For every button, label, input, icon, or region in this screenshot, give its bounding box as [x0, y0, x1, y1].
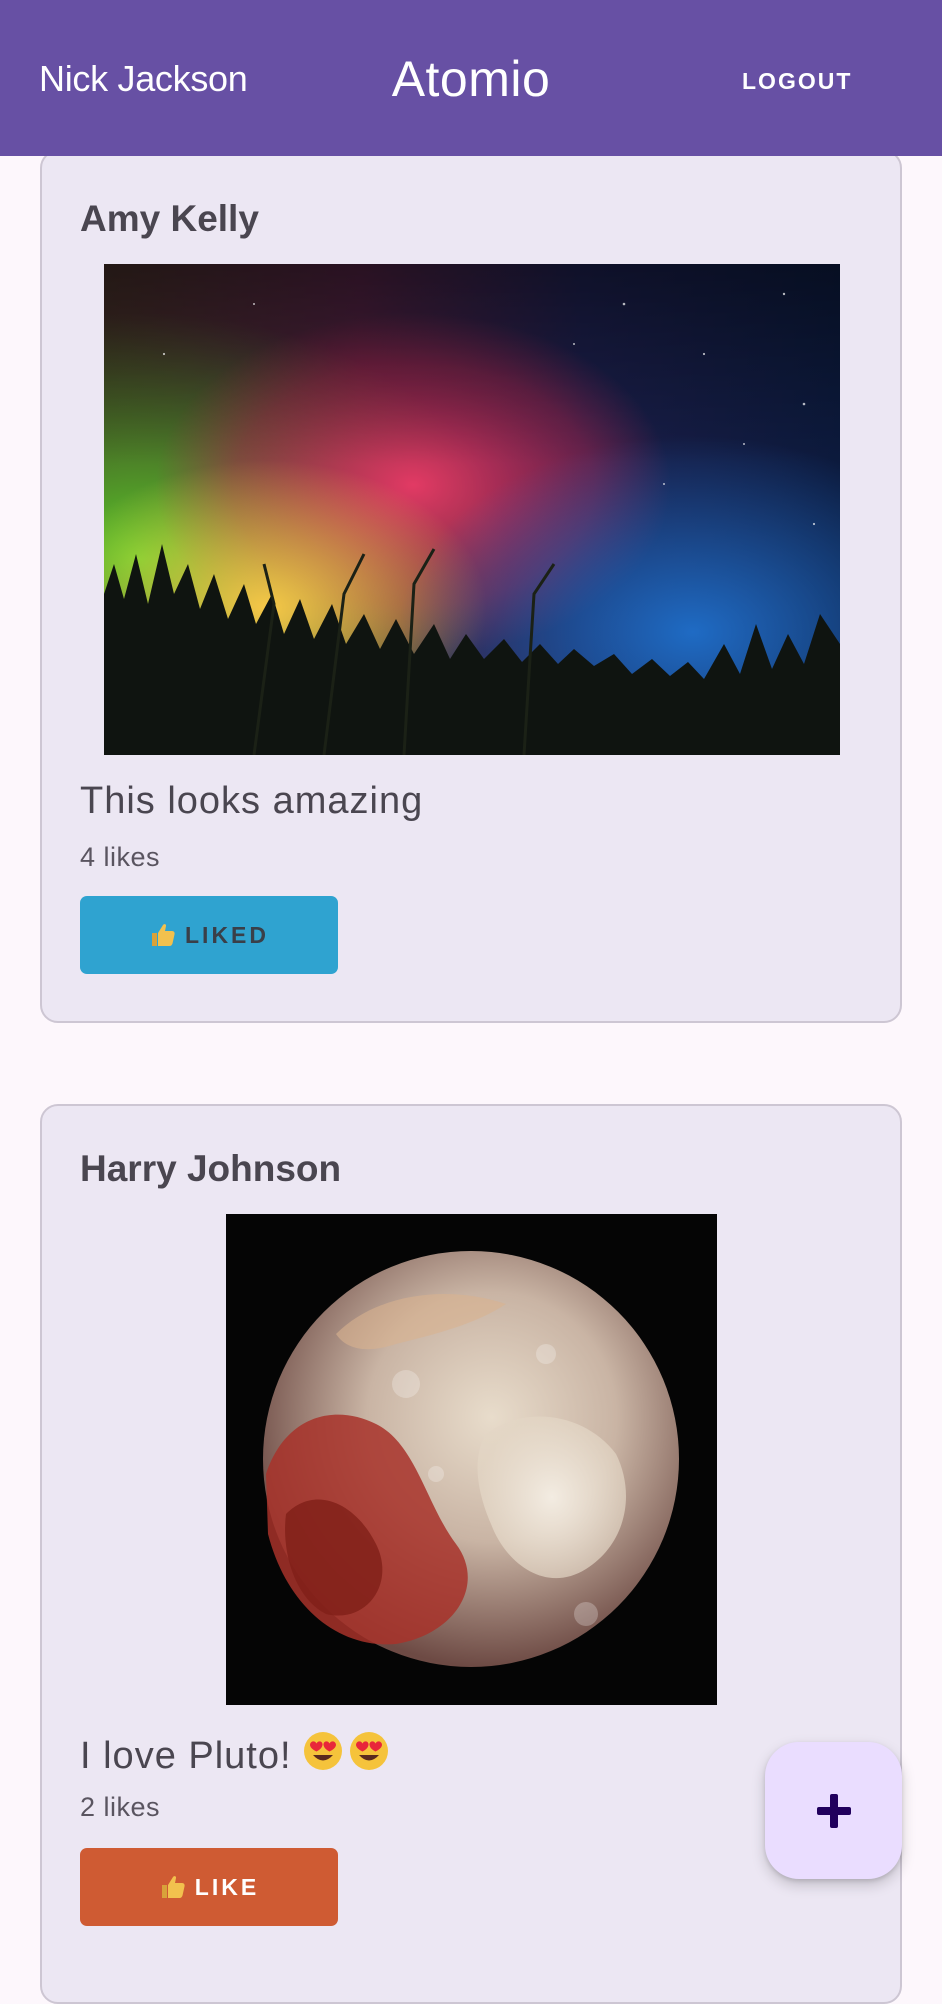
post-image-pluto — [226, 1214, 717, 1705]
post-card: Amy Kelly This looks amazing 4 likes LIK… — [40, 150, 902, 1023]
liked-button-label: LIKED — [185, 921, 269, 948]
add-post-button[interactable] — [765, 1742, 902, 1879]
like-button[interactable]: LIKE — [80, 1848, 338, 1926]
thumbs-up-icon — [149, 921, 177, 949]
thumbs-up-icon — [159, 1873, 187, 1901]
heart-eyes-emoji — [302, 1730, 390, 1772]
plus-icon — [815, 1792, 853, 1830]
like-count: 2 likes — [80, 1792, 161, 1822]
post-author: Amy Kelly — [80, 198, 259, 239]
post-caption: I love Pluto! — [80, 1730, 390, 1778]
post-feed[interactable]: Amy Kelly This looks amazing 4 likes LIK… — [0, 0, 942, 2004]
like-count: 4 likes — [80, 842, 161, 872]
post-author: Harry Johnson — [80, 1148, 342, 1189]
liked-button[interactable]: LIKED — [80, 896, 338, 974]
post-image-aurora — [104, 264, 840, 755]
logout-button[interactable]: LOGOUT — [742, 64, 852, 99]
app-bar: Nick Jackson Atomio LOGOUT — [0, 0, 942, 156]
post-card: Harry Johnson I love Pluto! 2 likes LIKE — [40, 1104, 902, 2004]
post-caption: This looks amazing — [80, 780, 424, 822]
like-button-label: LIKE — [194, 1873, 260, 1900]
post-caption-text: I love Pluto! — [80, 1735, 292, 1777]
